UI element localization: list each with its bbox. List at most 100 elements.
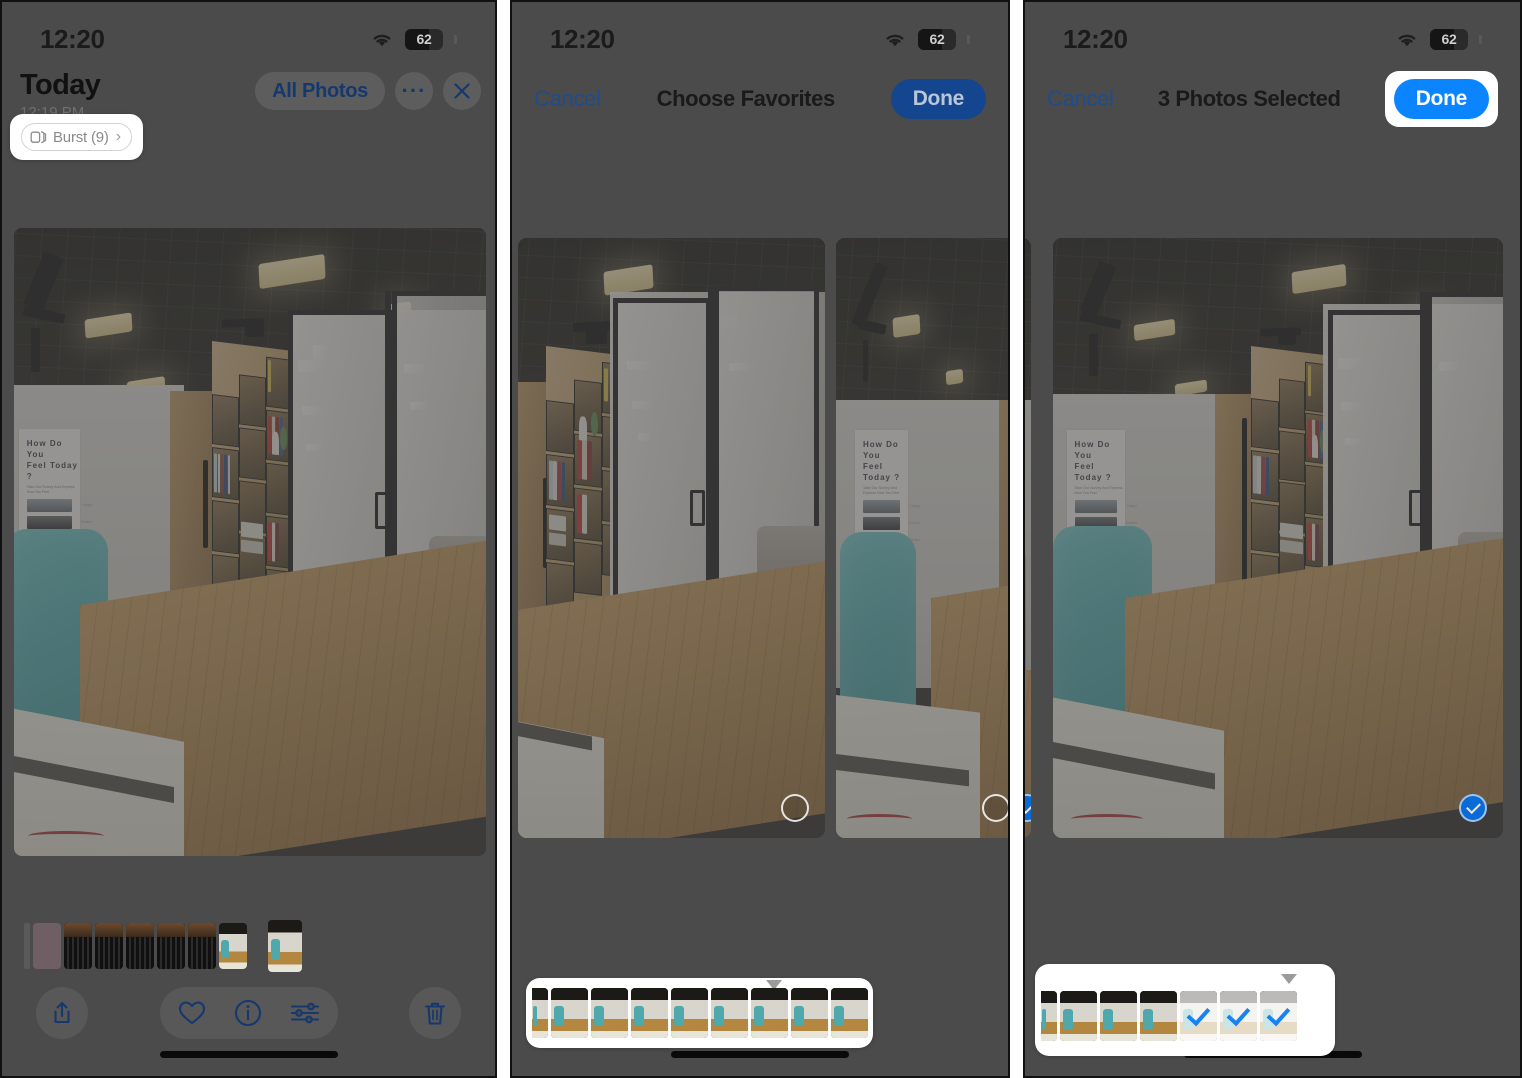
page-title: Today: [20, 69, 101, 101]
cancel-button[interactable]: Cancel: [534, 86, 601, 112]
status-bar-panel2: 12:20 62: [512, 2, 1008, 66]
photo-carousel-panel2[interactable]: How Do You Feel Today ? Take Our Survey A…: [512, 238, 1008, 838]
burst-badge-label: Burst (9): [53, 128, 109, 146]
filmstrip-thumb[interactable]: [33, 923, 61, 969]
status-bar-panel1: 12:20 62: [2, 2, 495, 66]
poster-row: Happy: [863, 500, 920, 513]
filmstrip-thumb[interactable]: [157, 923, 185, 969]
battery-cap-icon: [1479, 34, 1482, 44]
carousel-photo-next[interactable]: How Do You Feel Today ? Take Our Survey A…: [836, 238, 1008, 838]
filmstrip-thumb[interactable]: [591, 988, 628, 1038]
poster-row: Excited: [863, 517, 920, 530]
main-photo-panel1[interactable]: How Do You Feel Today ? Take Our Survey A…: [14, 228, 486, 856]
filmstrip-thumb[interactable]: [751, 988, 788, 1038]
ceiling-speaker: [1278, 331, 1296, 346]
selection-circle[interactable]: [781, 794, 809, 822]
home-indicator: [671, 1051, 849, 1058]
door-handle-icon: [1408, 490, 1423, 526]
projector-arm: [30, 328, 40, 373]
mood-poster: How Do You Feel Today ? Take Our Survey A…: [1066, 430, 1137, 547]
close-button[interactable]: [443, 72, 481, 110]
filmstrip-callout-panel3: [1035, 964, 1335, 1056]
burst-stack-icon: [30, 131, 47, 144]
poster-title: How Do You Feel Today ?: [26, 438, 78, 481]
mood-poster: How Do You Feel Today ? Take Our Survey A…: [855, 430, 920, 547]
done-button[interactable]: Done: [890, 79, 986, 119]
carousel-photo-previous[interactable]: [1025, 238, 1031, 838]
photo-action-group: [159, 987, 338, 1039]
selection-circle[interactable]: [982, 794, 1008, 822]
info-button[interactable]: [234, 999, 262, 1027]
status-indicators: 62: [882, 28, 970, 50]
filmstrip-position-marker-icon: [1281, 974, 1297, 984]
filmstrip-thumb[interactable]: [1060, 990, 1097, 1041]
filmstrip-thumb[interactable]: [831, 988, 868, 1038]
favorite-button[interactable]: [178, 1000, 206, 1026]
photo-scene: [1025, 238, 1031, 838]
filmstrip-thumb[interactable]: [188, 923, 216, 969]
ceiling-speaker: [245, 322, 265, 338]
done-button[interactable]: Done: [1393, 79, 1489, 119]
photo-scene: How Do You Feel Today ? Take Our Survey A…: [14, 228, 486, 856]
cancel-button[interactable]: Cancel: [1047, 86, 1114, 112]
trash-icon: [424, 1002, 446, 1025]
filmstrip-thumb[interactable]: [532, 988, 548, 1038]
mood-poster: How Do You Feel Today ? Take Our Survey A…: [18, 428, 92, 546]
selection-circle-checked[interactable]: [1459, 794, 1487, 822]
navbar-actions: All Photos ···: [255, 72, 481, 110]
poster-title: How Do You Feel Today ?: [1074, 440, 1112, 482]
battery-icon: 62: [918, 28, 956, 50]
filmstrip-thumb[interactable]: [1140, 990, 1177, 1041]
filmstrip-thumb[interactable]: [671, 988, 708, 1038]
projector-arm: [862, 340, 869, 382]
filmstrip-thumb[interactable]: [126, 923, 154, 969]
photo-carousel-panel3[interactable]: How Do You Feel Today ? Take Our Survey A…: [1025, 238, 1520, 838]
filmstrip-thumb[interactable]: [1100, 990, 1137, 1041]
filmstrip-thumb[interactable]: [95, 923, 123, 969]
red-cable: [1071, 814, 1143, 824]
burst-filmstrip-panel3[interactable]: [1041, 990, 1297, 1041]
status-indicators: 62: [1394, 28, 1482, 50]
filmstrip-thumb[interactable]: [1041, 990, 1057, 1041]
burst-badge-button[interactable]: Burst (9) ›: [21, 123, 133, 151]
navbar-panel2: Cancel Choose Favorites Done: [512, 66, 1008, 132]
battery-level: 62: [929, 31, 945, 47]
photo-toolbar: [2, 987, 495, 1039]
filmstrip-thumb-selected[interactable]: [1220, 990, 1257, 1041]
info-icon: [234, 999, 261, 1027]
door-handle-icon: [689, 490, 706, 526]
share-button[interactable]: [36, 987, 88, 1039]
filmstrip-edge: [24, 923, 30, 969]
filmstrip-thumb[interactable]: [711, 988, 748, 1038]
carousel-photo-current[interactable]: How Do You Feel Today ? Take Our Survey A…: [1053, 238, 1503, 838]
burst-filmstrip-panel1[interactable]: [24, 920, 302, 972]
filmstrip-thumb[interactable]: [631, 988, 668, 1038]
door-handle: [202, 460, 209, 549]
status-indicators: 62: [369, 28, 457, 50]
all-photos-button[interactable]: All Photos: [255, 72, 385, 110]
burst-badge-callout: Burst (9) ›: [10, 114, 144, 160]
filmstrip-thumb-current[interactable]: [268, 920, 302, 972]
ellipsis-icon: ···: [401, 78, 427, 103]
delete-button[interactable]: [409, 987, 461, 1039]
share-icon: [54, 1001, 70, 1024]
projector-arm: [1089, 334, 1098, 376]
panel-gap: [1010, 0, 1023, 1078]
carousel-photo-current[interactable]: [518, 238, 825, 838]
filmstrip-thumb[interactable]: [551, 988, 588, 1038]
filmstrip-thumb[interactable]: [219, 923, 247, 969]
filmstrip-thumb[interactable]: [791, 988, 828, 1038]
panel-photos-selected: 12:20 62 Cancel 3 Photos Selected Done H…: [1023, 0, 1522, 1078]
adjust-button[interactable]: [290, 1000, 320, 1026]
poster-row: Happy: [26, 498, 92, 512]
burst-filmstrip-panel2[interactable]: [532, 988, 868, 1038]
poster-title: How Do You Feel Today ?: [863, 440, 901, 482]
filmstrip-thumb-selected[interactable]: [1260, 990, 1297, 1041]
filmstrip-thumb-selected[interactable]: [1180, 990, 1217, 1041]
filmstrip-callout-panel2: [526, 978, 873, 1048]
selection-circle[interactable]: [1025, 794, 1031, 822]
panel-burst-detail: 12:20 62 Today 12:19 PM All Photos ··· B…: [0, 0, 497, 1078]
filmstrip-thumb[interactable]: [64, 923, 92, 969]
poster-row: Happy: [1074, 500, 1137, 513]
more-options-button[interactable]: ···: [395, 72, 433, 110]
